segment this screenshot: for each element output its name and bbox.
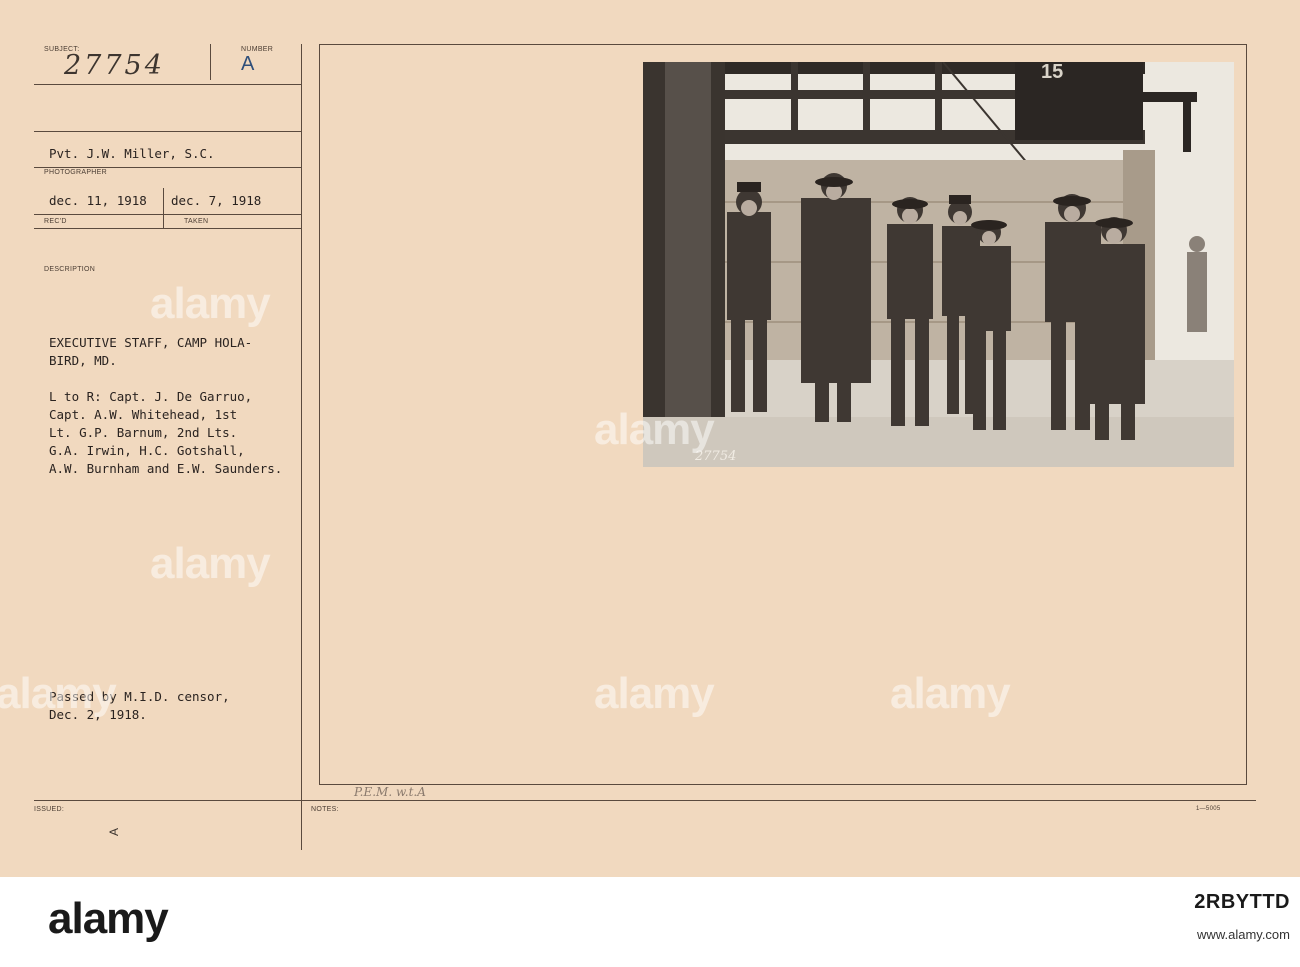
photographer-name: Pvt. J.W. Miller, S.C. <box>49 146 215 161</box>
description-line: G.A. Irwin, H.C. Gotshall, <box>49 443 245 458</box>
footer-bar: alamy <box>0 877 1300 967</box>
archive-card: SUBJECT: 27754 NUMBER A Pvt. J.W. Miller… <box>0 0 1300 877</box>
mounted-photograph: 15 27754 <box>643 62 1234 467</box>
description-label: DESCRIPTION <box>44 266 96 273</box>
frame-right <box>1246 44 1247 784</box>
watermark: alamy <box>890 669 1011 718</box>
frame-bottom <box>319 784 1247 785</box>
photograph-image: 15 27754 <box>643 62 1234 467</box>
frame-left <box>319 44 320 784</box>
dates-divider <box>163 188 164 228</box>
card-top-rule <box>34 84 301 85</box>
watermark: alamy <box>0 669 117 718</box>
photographer-underline <box>34 167 301 168</box>
card-bottom-rule <box>34 800 1256 801</box>
subject-number: 27754 <box>64 50 165 81</box>
watermark: alamy <box>150 279 271 328</box>
issued-mark: A <box>107 827 122 837</box>
notes-label: NOTES: <box>311 806 339 813</box>
description-line: BIRD, MD. <box>49 353 117 368</box>
description-text: EXECUTIVE STAFF, CAMP HOLA- BIRD, MD. L … <box>49 334 282 478</box>
received-date: dec. 11, 1918 <box>49 193 147 208</box>
footer-url: www.alamy.com <box>1197 927 1290 942</box>
left-column-right-rule <box>301 44 302 850</box>
photographer-rule <box>34 131 301 132</box>
frame-top <box>319 44 1247 45</box>
taken-date: dec. 7, 1918 <box>171 193 262 208</box>
notes-handwriting: P.E.M. w.t.A <box>354 785 426 799</box>
description-line: Lt. G.P. Barnum, 2nd Lts. <box>49 425 238 440</box>
taken-label: TAKEN <box>184 218 209 225</box>
description-line: A.W. Burnham and E.W. Saunders. <box>49 461 283 476</box>
watermark: alamy <box>594 405 715 454</box>
received-label: REC'D <box>44 218 67 225</box>
description-line: L to R: Capt. J. De Garruo, <box>49 389 253 404</box>
number-label: NUMBER <box>241 46 274 53</box>
image-id: 2RBYTTD <box>1194 891 1290 913</box>
form-code: 1—5005 <box>1196 806 1221 812</box>
photo-sign-number: 15 <box>1041 62 1063 83</box>
description-line: Capt. A.W. Whitehead, 1st <box>49 407 238 422</box>
number-value: A <box>241 53 255 75</box>
description-line: EXECUTIVE STAFF, CAMP HOLA- <box>49 335 253 350</box>
issued-label: ISSUED: <box>34 806 65 813</box>
description-rule <box>34 228 301 229</box>
dates-underline <box>34 214 301 215</box>
footer-logo: alamy <box>48 894 169 943</box>
subject-divider <box>210 44 211 80</box>
photographer-label: PHOTOGRAPHER <box>44 169 107 176</box>
watermark: alamy <box>594 669 715 718</box>
watermark: alamy <box>150 539 271 588</box>
description-line <box>49 370 282 388</box>
